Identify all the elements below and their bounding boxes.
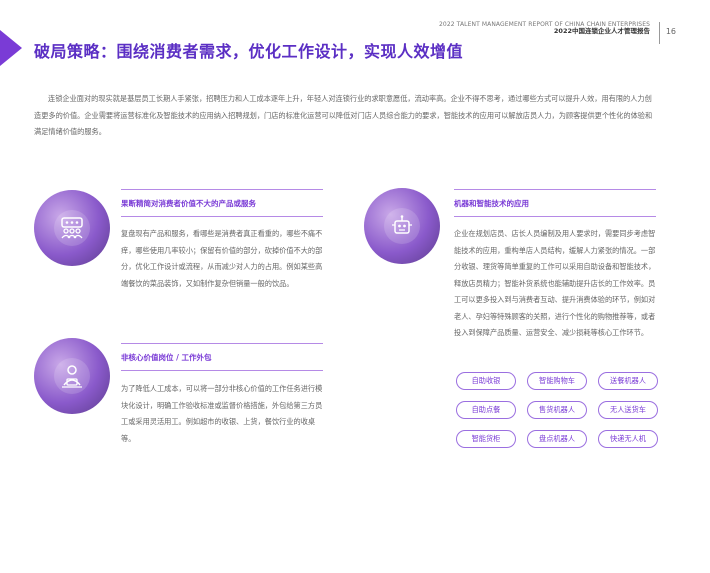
report-title-cn: 2022中国连锁企业人才管理报告 <box>553 27 650 36</box>
tag-vending-robot: 售货机器人 <box>527 401 587 419</box>
report-header: 2022 TALENT MANAGEMENT REPORT OF CHINA C… <box>439 21 650 36</box>
tag-self-ordering: 自助点餐 <box>456 401 516 419</box>
page-number: 16 <box>665 27 676 36</box>
section-image-robotics <box>364 188 440 264</box>
section-body-robotics: 企业在规划店员、店长人员编制及用人要求时，需要同步考虑智能技术的应用，重构单店人… <box>454 229 656 337</box>
tag-unmanned-delivery-vehicle: 无人送货车 <box>598 401 658 419</box>
technology-tags: 自助收银 智能购物车 送餐机器人 自助点餐 售货机器人 无人送货车 智能货柜 盘… <box>456 372 658 448</box>
section-heading-outsourcing: 非核心价值岗位 / 工作外包 <box>121 343 323 371</box>
tag-smart-cart: 智能购物车 <box>527 372 587 390</box>
intro-paragraph: 连锁企业面对的现实就是基层员工长期人手紧张，招聘压力和人工成本逐年上升，年轻人对… <box>34 94 653 136</box>
page-title: 破局策略：围绕消费者需求，优化工作设计，实现人效增值 <box>34 42 464 61</box>
section-heading-robotics: 机器和智能技术的应用 <box>454 189 656 217</box>
tag-inventory-robot: 盘点机器人 <box>527 430 587 448</box>
people-board-icon <box>54 210 90 246</box>
section-image-outsourcing <box>34 338 110 414</box>
section-heading-text: 机器和智能技术的应用 <box>454 198 529 208</box>
tag-self-checkout: 自助收银 <box>456 372 516 390</box>
corner-triangle-decoration <box>0 30 22 66</box>
header-divider <box>659 22 660 44</box>
tag-delivery-drone: 快递无人机 <box>598 430 658 448</box>
section-body-products: 复盘现有产品和服务，看哪些是消费者真正看重的，哪些不痛不痒，哪些使用几率较小；保… <box>121 229 323 288</box>
outsource-worker-icon <box>54 358 90 394</box>
section-heading-text: 非核心价值岗位 / 工作外包 <box>121 352 212 362</box>
tag-smart-locker: 智能货柜 <box>456 430 516 448</box>
robot-gear-icon <box>384 208 420 244</box>
tag-delivery-robot: 送餐机器人 <box>598 372 658 390</box>
section-heading-text: 果断精简对消费者价值不大的产品或服务 <box>121 198 256 208</box>
section-image-products <box>34 190 110 266</box>
section-body-outsourcing: 为了降低人工成本，可以将一部分非核心价值的工作任务进行模块化设计，明确工作验收标… <box>121 384 323 443</box>
section-heading-products: 果断精简对消费者价值不大的产品或服务 <box>121 189 323 217</box>
